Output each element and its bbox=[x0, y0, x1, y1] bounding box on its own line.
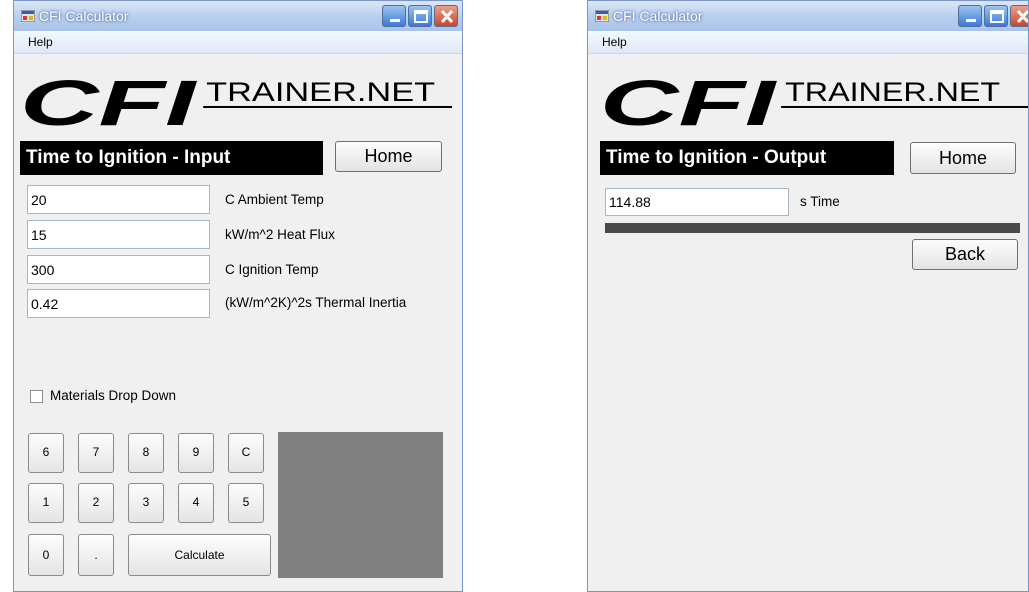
close-icon bbox=[1016, 9, 1028, 24]
progress-bar bbox=[605, 223, 1020, 233]
logo-site: TRAINER.NET bbox=[785, 77, 1000, 107]
window-title: CFI Calculator bbox=[39, 8, 129, 24]
key-3[interactable]: 3 bbox=[128, 483, 164, 523]
key-4[interactable]: 4 bbox=[178, 483, 214, 523]
key-7[interactable]: 7 bbox=[78, 433, 114, 473]
minimize-button[interactable] bbox=[382, 5, 406, 27]
menu-help[interactable]: Help bbox=[28, 35, 53, 49]
logo-site: TRAINER.NET bbox=[206, 77, 435, 107]
app-icon bbox=[595, 10, 609, 22]
logo-cfi: CFI bbox=[20, 73, 197, 133]
key-9[interactable]: 9 bbox=[178, 433, 214, 473]
key-8[interactable]: 8 bbox=[128, 433, 164, 473]
gray-panel bbox=[278, 432, 443, 578]
title-bar[interactable]: CFI Calculator bbox=[14, 1, 462, 31]
key-decimal[interactable]: . bbox=[78, 534, 114, 576]
app-icon bbox=[21, 10, 35, 22]
logo-underline bbox=[203, 105, 453, 108]
home-button[interactable]: Home bbox=[910, 142, 1016, 174]
ambient-temp-input[interactable]: 20 bbox=[27, 185, 210, 214]
calculate-button[interactable]: Calculate bbox=[128, 534, 271, 576]
logo-underline bbox=[781, 105, 1028, 108]
close-icon bbox=[440, 9, 454, 24]
minimize-button[interactable] bbox=[958, 5, 982, 27]
key-0[interactable]: 0 bbox=[28, 534, 64, 576]
key-2[interactable]: 2 bbox=[78, 483, 114, 523]
time-output-field[interactable]: 114.88 bbox=[605, 188, 789, 216]
key-5[interactable]: 5 bbox=[228, 483, 264, 523]
heat-flux-label: kW/m^2 Heat Flux bbox=[225, 227, 335, 242]
key-6[interactable]: 6 bbox=[28, 433, 64, 473]
key-clear[interactable]: C bbox=[228, 433, 264, 473]
logo: CFI TRAINER.NET bbox=[600, 73, 1028, 133]
page-title: Time to Ignition - Output bbox=[600, 141, 894, 175]
key-1[interactable]: 1 bbox=[28, 483, 64, 523]
home-button[interactable]: Home bbox=[335, 141, 442, 172]
minimize-icon bbox=[390, 19, 400, 22]
menu-bar: Help bbox=[14, 31, 462, 54]
logo-cfi: CFI bbox=[600, 73, 777, 133]
time-output-label: s Time bbox=[800, 194, 840, 209]
thermal-inertia-input[interactable]: 0.42 bbox=[27, 289, 210, 318]
output-window: CFI Calculator Help CFI TRAINER.NET Time… bbox=[587, 0, 1029, 592]
close-button[interactable] bbox=[434, 5, 458, 27]
logo: CFI TRAINER.NET bbox=[20, 73, 453, 133]
heat-flux-input[interactable]: 15 bbox=[27, 220, 210, 249]
maximize-icon bbox=[990, 10, 1004, 23]
maximize-button[interactable] bbox=[408, 5, 432, 27]
ignition-temp-input[interactable]: 300 bbox=[27, 255, 210, 284]
title-bar[interactable]: CFI Calculator bbox=[588, 1, 1028, 31]
materials-checkbox-label: Materials Drop Down bbox=[50, 388, 177, 403]
close-button[interactable] bbox=[1010, 5, 1028, 27]
materials-checkbox[interactable] bbox=[30, 390, 43, 403]
menu-bar: Help bbox=[588, 31, 1028, 54]
maximize-button[interactable] bbox=[984, 5, 1008, 27]
ignition-temp-label: C Ignition Temp bbox=[225, 262, 319, 277]
input-window: CFI Calculator Help CFI TRAINER.NET Time… bbox=[13, 0, 463, 592]
window-title: CFI Calculator bbox=[613, 8, 703, 24]
maximize-icon bbox=[414, 10, 428, 23]
menu-help[interactable]: Help bbox=[602, 35, 627, 49]
back-button[interactable]: Back bbox=[912, 239, 1018, 270]
thermal-inertia-label: (kW/m^2K)^2s Thermal Inertia bbox=[225, 295, 407, 310]
page-title: Time to Ignition - Input bbox=[20, 141, 323, 175]
minimize-icon bbox=[966, 19, 976, 22]
ambient-temp-label: C Ambient Temp bbox=[225, 192, 324, 207]
